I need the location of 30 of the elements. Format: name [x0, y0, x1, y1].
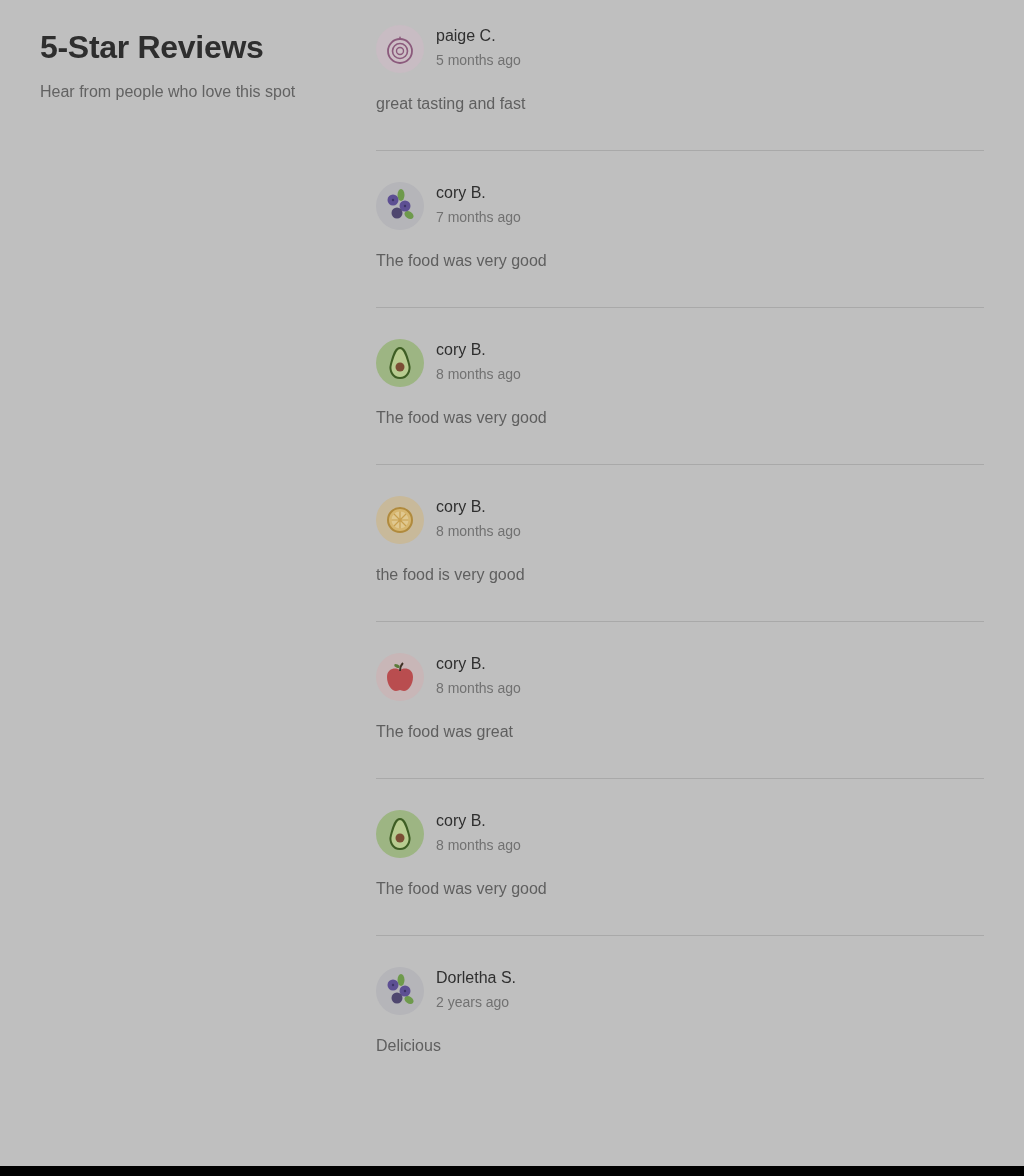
- apple-icon: [376, 653, 424, 701]
- review-text: The food was very good: [376, 879, 548, 899]
- review-text: The food was very good: [376, 251, 548, 271]
- avocado-icon: [376, 339, 424, 387]
- review-date: 8 months ago: [436, 522, 521, 540]
- reviewer-name: paige C.: [436, 26, 496, 46]
- review-text: The food was great: [376, 722, 514, 742]
- lemon-slice-icon: [376, 496, 424, 544]
- review-date: 7 months ago: [436, 208, 521, 226]
- avocado-icon: [376, 810, 424, 858]
- blueberries-icon: [376, 182, 424, 230]
- reviewer-name: cory B.: [436, 497, 486, 517]
- reviewer-name: cory B.: [436, 340, 486, 360]
- onion-icon: [376, 25, 424, 73]
- review-text: The food was very good: [376, 408, 548, 428]
- section-subtitle: Hear from people who love this spot: [40, 82, 297, 102]
- review-text: Delicious: [376, 1036, 442, 1056]
- review-date: 5 months ago: [436, 51, 521, 69]
- review-text: the food is very good: [376, 565, 526, 585]
- review-date: 8 months ago: [436, 679, 521, 697]
- review-date: 2 years ago: [436, 993, 510, 1011]
- section-title: 5-Star Reviews: [40, 28, 265, 67]
- review-text: great tasting and fast: [376, 94, 527, 114]
- reviewer-name: cory B.: [436, 654, 486, 674]
- review-date: 8 months ago: [436, 365, 521, 383]
- reviewer-name: Dorletha S.: [436, 968, 517, 988]
- reviewer-name: cory B.: [436, 811, 486, 831]
- reviewer-name: cory B.: [436, 183, 486, 203]
- review-date: 8 months ago: [436, 836, 521, 854]
- blueberries-icon: [376, 967, 424, 1015]
